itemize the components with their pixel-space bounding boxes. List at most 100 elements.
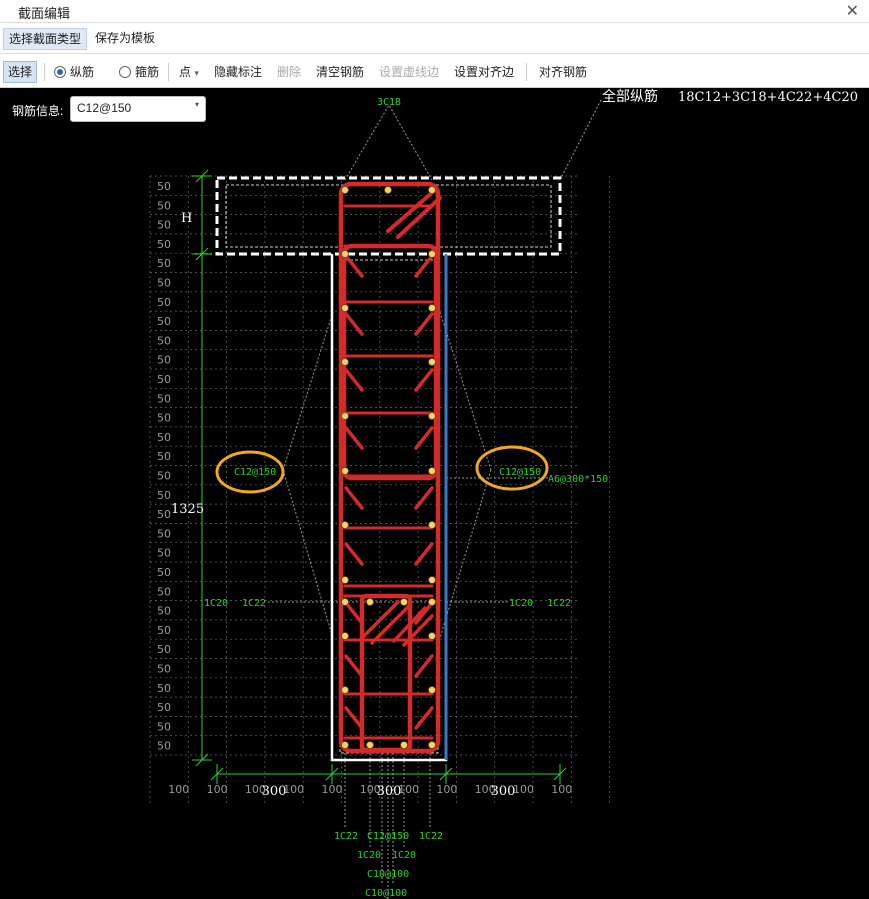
bottom-c22-right-label[interactable]: 1C22 <box>419 831 443 842</box>
grid-label-left: 50 <box>157 701 171 714</box>
longitudinal-radio[interactable]: 纵筋 <box>54 63 94 81</box>
grid-label-left: 50 <box>157 643 171 656</box>
grid-label-left: 50 <box>157 238 171 251</box>
tie-hook-left <box>344 706 364 730</box>
bottom-c22-left-label[interactable]: 1C22 <box>334 831 358 842</box>
rebar-point <box>366 741 374 749</box>
web-inner-line <box>339 259 439 754</box>
grid-label-left: 50 <box>157 566 171 579</box>
inner-stirrup <box>359 593 413 753</box>
rebar-point <box>341 304 349 312</box>
tie-hook-left <box>344 254 364 278</box>
rebar-point <box>341 576 349 584</box>
tie-hook-left <box>344 312 364 336</box>
dim-right-flange: 300 <box>491 784 516 799</box>
hide-label-button[interactable]: 隐藏标注 <box>214 63 262 81</box>
grid-label-left: 50 <box>157 547 171 560</box>
close-icon[interactable]: ✕ <box>846 1 859 21</box>
grid-label-left: 50 <box>157 470 171 483</box>
grid-label-bottom: 100 <box>436 783 457 796</box>
top-bars-label[interactable]: 3C18 <box>377 97 401 108</box>
window-title: 截面编辑 <box>18 6 71 21</box>
left-c22-label[interactable]: 1C22 <box>242 598 266 609</box>
delete-button[interactable]: 删除 <box>277 63 301 81</box>
grid-label-left: 50 <box>157 527 171 540</box>
grid-label-left: 50 <box>157 354 171 367</box>
leader-lines <box>268 97 603 899</box>
web-outline <box>330 254 448 762</box>
rebar-point <box>428 741 436 749</box>
grid-label-left: 50 <box>157 334 171 347</box>
longitudinal-radio-label: 纵筋 <box>70 65 95 79</box>
total-bars-label: 全部纵筋 <box>602 88 658 105</box>
rebar-point <box>428 632 436 640</box>
grid-label-left: 50 <box>157 199 171 212</box>
rebar-point <box>428 686 436 694</box>
grid-label-left: 50 <box>157 585 171 598</box>
grid-label-left: 50 <box>157 508 171 521</box>
toolbar-divider <box>168 63 169 81</box>
point-dropdown[interactable]: 点 ▾ <box>179 63 199 81</box>
stirrup-radio-label: 箍筋 <box>135 65 160 79</box>
grid-label-left: 50 <box>157 277 171 290</box>
rebar-point <box>428 576 436 584</box>
tie-hook-left <box>344 486 364 510</box>
grid-label-left: 50 <box>157 450 171 463</box>
bottom-c10-label-b[interactable]: C10@100 <box>365 888 407 899</box>
radio-checked-icon <box>54 66 66 78</box>
rebar-point <box>400 598 408 606</box>
left-distribution-label[interactable]: C12@150 <box>234 467 276 478</box>
rebar-point <box>428 250 436 258</box>
menu-save-as-template[interactable]: 保存为模板 <box>90 28 160 48</box>
set-virtual-edge-button[interactable]: 设置虚线边 <box>379 63 439 81</box>
set-align-edge-button[interactable]: 设置对齐边 <box>454 63 514 81</box>
grid-label-left: 50 <box>157 720 171 733</box>
grid-label-left: 50 <box>157 412 171 425</box>
bottom-c20-left-label[interactable]: 1C20 <box>357 850 381 861</box>
right-c20-label[interactable]: 1C20 <box>509 598 533 609</box>
rebar-point <box>341 598 349 606</box>
left-c20-label[interactable]: 1C20 <box>204 598 228 609</box>
right-distribution-label[interactable]: C12@150 <box>499 467 541 478</box>
bottom-c12-label[interactable]: C12@150 <box>367 831 409 842</box>
dim-web: 300 <box>377 784 402 799</box>
stirrup-radio[interactable]: 箍筋 <box>119 63 159 81</box>
rebar-point <box>400 741 408 749</box>
right-c22-label[interactable]: 1C22 <box>547 598 571 609</box>
section-drawing[interactable]: 50 50 50 50 50 50 50 50 50 50 50 50 50 50 50 50 50 50 50 50… <box>0 88 869 899</box>
h-label: H <box>181 211 192 226</box>
grid-label-left: 50 <box>157 392 171 405</box>
select-button[interactable]: 选择 <box>3 61 38 83</box>
rebar-point <box>384 186 392 194</box>
stirrup-hooks <box>344 254 434 730</box>
chevron-down-icon: ▾ <box>194 68 199 78</box>
grid-label-bottom: 100 <box>513 783 534 796</box>
rebar-point <box>341 250 349 258</box>
menubar: 选择截面类型 保存为模板 <box>0 23 869 54</box>
rebar-point <box>341 741 349 749</box>
grid-label-left: 50 <box>157 257 171 270</box>
menu-select-section-type[interactable]: 选择截面类型 <box>3 28 88 50</box>
clear-rebar-button[interactable]: 清空钢筋 <box>316 63 364 81</box>
flange-inner-line <box>225 184 552 248</box>
rebar-point <box>428 304 436 312</box>
total-bars-value: 18C12+3C18+4C22+4C20 <box>678 90 858 105</box>
align-rebar-button[interactable]: 对齐钢筋 <box>539 63 587 81</box>
grid-label-left: 50 <box>157 219 171 232</box>
rebar-point <box>428 598 436 606</box>
bottom-c10-label-a[interactable]: C10@100 <box>367 869 409 880</box>
rebar-point <box>428 186 436 194</box>
point-dropdown-label: 点 <box>179 65 192 79</box>
rebar-point <box>428 521 436 529</box>
bottom-c20-right-label[interactable]: 1C20 <box>392 850 416 861</box>
grid-label-left: 50 <box>157 315 171 328</box>
radio-unchecked-icon <box>119 66 131 78</box>
rebar-point <box>341 686 349 694</box>
toolbar-divider <box>44 63 45 81</box>
stirrup-label[interactable]: A6@300*150 <box>548 474 608 485</box>
dim-left-flange: 300 <box>262 784 287 799</box>
window-titlebar: 截面编辑 ✕ <box>0 0 869 23</box>
grid-label-left: 50 <box>157 489 171 502</box>
drawing-canvas[interactable]: 钢筋信息: C12@150 ▾ 50 50 50 50 50 50 50 50 50 50 50 50… <box>0 88 869 899</box>
grid-label-left: 50 <box>157 296 171 309</box>
